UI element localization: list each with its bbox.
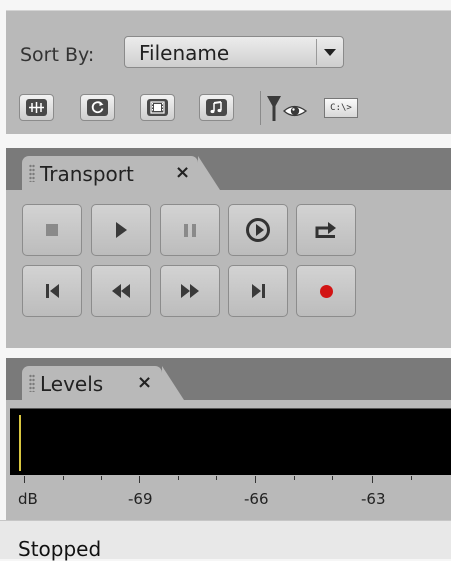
skip-to-start-icon — [45, 284, 59, 298]
drag-grip-icon[interactable] — [29, 164, 35, 182]
tab-transport-label: Transport — [40, 162, 134, 186]
rewind-icon — [112, 284, 130, 298]
scale-minor-tick — [216, 476, 217, 480]
fast-forward-button[interactable] — [160, 265, 220, 317]
move-to-start-button[interactable] — [22, 265, 82, 317]
stop-button[interactable] — [22, 204, 82, 256]
refresh-icon — [87, 99, 108, 116]
filter-button[interactable] — [264, 93, 312, 125]
scale-label: -69 — [128, 490, 153, 508]
scale-minor-tick — [101, 476, 102, 480]
play-button[interactable] — [91, 204, 151, 256]
pause-icon — [184, 223, 196, 237]
play-from-cursor-button[interactable] — [228, 204, 288, 256]
refresh-button[interactable] — [80, 94, 115, 121]
move-to-end-button[interactable] — [228, 265, 288, 317]
scale-minor-tick — [63, 476, 64, 480]
scale-label: -63 — [361, 490, 386, 508]
peak-indicator — [19, 415, 21, 471]
chevron-down-icon — [324, 49, 336, 56]
scale-minor-tick — [332, 476, 333, 480]
film-icon — [147, 99, 168, 116]
record-icon — [319, 284, 333, 298]
dropdown-divider — [316, 39, 317, 65]
command-prompt-button[interactable]: C:\> — [324, 98, 358, 118]
pause-button[interactable] — [160, 204, 220, 256]
scale-label: -66 — [244, 490, 269, 508]
fast-forward-icon — [181, 284, 199, 298]
waveform-lanes-button[interactable] — [19, 94, 54, 121]
scale-major-tick — [139, 476, 140, 483]
filter-eye-icon — [267, 96, 308, 121]
tab-levels[interactable]: Levels × — [22, 366, 184, 400]
sort-by-label: Sort By: — [20, 44, 95, 66]
levels-panel: dB -69 -66 -63 — [6, 400, 451, 520]
close-icon[interactable]: × — [137, 372, 152, 393]
tab-levels-label: Levels — [40, 372, 104, 396]
scale-minor-tick — [294, 476, 295, 480]
audio-files-button[interactable] — [199, 94, 234, 121]
play-circle-icon — [246, 218, 270, 242]
playback-status: Stopped — [18, 537, 102, 561]
transport-panel — [6, 190, 451, 348]
loop-icon — [315, 222, 336, 238]
sort-by-value: Filename — [139, 41, 230, 65]
stop-icon — [46, 224, 58, 236]
loop-playback-button[interactable] — [296, 204, 356, 256]
file-browser-panel: Sort By: Filename C:\> — [6, 10, 451, 134]
sort-by-dropdown[interactable]: Filename — [124, 36, 344, 68]
db-scale: dB -69 -66 -63 — [10, 476, 451, 520]
scale-major-tick — [24, 476, 25, 483]
close-icon[interactable]: × — [175, 162, 190, 183]
status-bar: Stopped — [0, 520, 451, 561]
level-meter — [10, 408, 451, 475]
record-button[interactable] — [296, 265, 356, 317]
toolbar-divider — [260, 91, 261, 125]
drag-grip-icon[interactable] — [29, 374, 35, 392]
music-note-icon — [206, 99, 227, 116]
waveform-lanes-icon — [26, 99, 47, 116]
play-icon — [115, 222, 127, 238]
rewind-button[interactable] — [91, 265, 151, 317]
scale-major-tick — [255, 476, 256, 483]
levels-tab-bar: Levels × — [6, 358, 451, 400]
scale-label: dB — [18, 490, 38, 508]
skip-to-end-icon — [251, 284, 265, 298]
video-files-button[interactable] — [140, 94, 175, 121]
tab-transport[interactable]: Transport × — [22, 156, 220, 190]
transport-tab-bar: Transport × — [6, 148, 451, 190]
scale-minor-tick — [178, 476, 179, 480]
command-prompt-icon: C:\> — [330, 103, 352, 113]
scale-minor-tick — [411, 476, 412, 480]
scale-major-tick — [372, 476, 373, 483]
